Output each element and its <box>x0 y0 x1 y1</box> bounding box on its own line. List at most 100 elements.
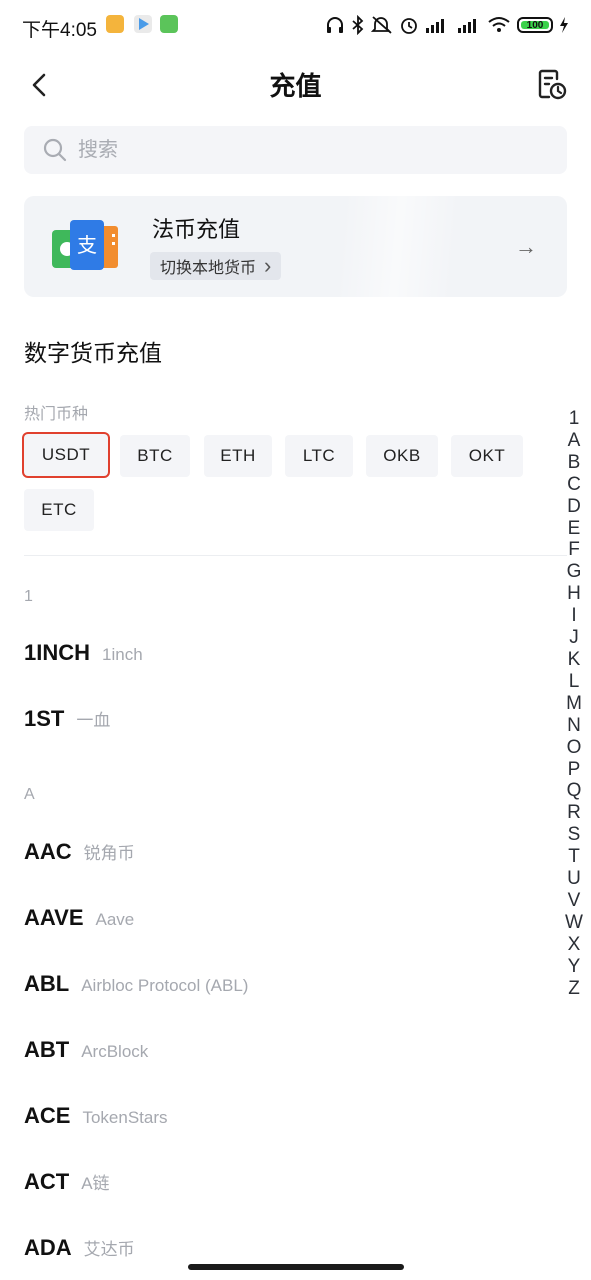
status-time: 下午4:05 <box>22 20 97 41</box>
coin-name: A链 <box>81 1174 110 1193</box>
play-store-icon <box>134 15 152 33</box>
alphabet-index-bar[interactable]: 1 A B C D E F G H I J K L M N O P Q R S … <box>562 408 586 999</box>
coin-name: Aave <box>95 910 135 929</box>
search-input[interactable] <box>76 137 540 163</box>
index-letter[interactable]: 1 <box>569 408 580 430</box>
index-letter[interactable]: Z <box>568 978 580 1000</box>
hot-coin-chip-okb[interactable]: OKB <box>366 435 438 477</box>
index-letter[interactable]: T <box>568 846 580 868</box>
hot-coin-chip-ltc[interactable]: LTC <box>285 435 353 477</box>
index-letter[interactable]: L <box>569 671 580 693</box>
index-letter[interactable]: D <box>567 496 581 518</box>
coin-symbol: ADA <box>24 1235 72 1260</box>
status-bar: 下午4:05 100 <box>0 0 591 52</box>
index-letter[interactable]: E <box>568 518 581 540</box>
index-letter[interactable]: Q <box>567 780 582 802</box>
charging-icon <box>560 17 568 33</box>
coin-name: 锐角币 <box>83 844 135 863</box>
fiat-deposit-card[interactable]: 支 法币充值 切换本地货币 › → <box>24 196 567 297</box>
card-decoration <box>255 196 539 297</box>
index-letter[interactable]: A <box>568 430 581 452</box>
wifi-icon <box>488 17 510 32</box>
index-letter[interactable]: I <box>571 605 576 627</box>
index-letter[interactable]: U <box>567 868 581 890</box>
coin-row-aave[interactable]: AAVE Aave <box>24 905 544 945</box>
hot-coin-chip-usdt[interactable]: USDT <box>24 434 108 476</box>
switch-local-currency-button[interactable]: 切换本地货币 › <box>150 252 282 280</box>
page-title: 充值 <box>269 71 322 101</box>
index-letter[interactable]: Y <box>568 956 581 978</box>
index-letter[interactable]: P <box>568 759 581 781</box>
mute-icon <box>371 16 392 34</box>
fiat-title: 法币充值 <box>152 217 241 242</box>
group-label-a: A <box>24 786 35 803</box>
index-letter[interactable]: O <box>567 737 582 759</box>
signal-roaming-icon <box>458 19 476 33</box>
hot-coin-chip-btc[interactable]: BTC <box>120 435 190 477</box>
coin-name: ArcBlock <box>81 1042 149 1061</box>
index-letter[interactable]: N <box>567 715 581 737</box>
index-letter[interactable]: K <box>568 649 581 671</box>
coin-symbol: ABT <box>24 1037 70 1062</box>
index-letter[interactable]: H <box>567 583 581 605</box>
hot-coins-label: 热门币种 <box>24 406 89 423</box>
arrow-right-icon: → <box>515 234 537 259</box>
coin-symbol: ACE <box>24 1103 71 1128</box>
switch-label: 切换本地货币 <box>160 260 257 277</box>
coin-symbol: 1INCH <box>24 640 91 665</box>
index-letter[interactable]: F <box>568 539 580 561</box>
record-clock-icon <box>538 69 567 100</box>
index-letter[interactable]: R <box>567 802 581 824</box>
home-indicator[interactable] <box>188 1264 404 1270</box>
back-arrow-icon <box>32 73 46 97</box>
coin-name: TokenStars <box>82 1108 168 1127</box>
bluetooth-icon <box>352 15 364 35</box>
divider <box>24 555 567 556</box>
status-icons: 100 <box>325 12 569 38</box>
payment-apps-icon: 支 <box>52 220 118 270</box>
coin-name: Airbloc Protocol (ABL) <box>81 976 249 995</box>
hot-coin-chip-etc[interactable]: ETC <box>24 489 94 531</box>
coin-symbol: AAVE <box>24 905 84 930</box>
back-button[interactable] <box>22 68 56 102</box>
coin-row-act[interactable]: ACT A链 <box>24 1169 544 1209</box>
index-letter[interactable]: W <box>565 912 583 934</box>
deposit-history-button[interactable] <box>535 68 569 102</box>
battery-level: 100 <box>521 21 549 31</box>
notification-app-icon <box>106 15 124 33</box>
index-letter[interactable]: J <box>569 627 579 649</box>
chevron-right-icon: › <box>264 253 272 278</box>
coin-row-aac[interactable]: AAC 锐角币 <box>24 839 544 879</box>
coin-symbol: 1ST <box>24 706 65 731</box>
index-letter[interactable]: B <box>568 452 581 474</box>
coin-symbol: AAC <box>24 839 72 864</box>
coin-row-1inch[interactable]: 1INCH 1inch <box>24 640 544 680</box>
android-app-icon <box>160 15 178 33</box>
search-icon <box>43 138 67 162</box>
coin-name: 一血 <box>76 711 111 730</box>
index-letter[interactable]: V <box>568 890 581 912</box>
coin-row-ace[interactable]: ACE TokenStars <box>24 1103 544 1143</box>
index-letter[interactable]: M <box>566 693 582 715</box>
coin-symbol: ACT <box>24 1169 70 1194</box>
index-letter[interactable]: S <box>568 824 581 846</box>
coin-row-abl[interactable]: ABL Airbloc Protocol (ABL) <box>24 971 544 1011</box>
hot-coin-chip-eth[interactable]: ETH <box>204 435 272 477</box>
coin-name: 1inch <box>102 645 143 664</box>
coin-symbol: ABL <box>24 971 70 996</box>
search-bar[interactable] <box>24 126 567 174</box>
coin-name: 艾达币 <box>83 1240 135 1259</box>
battery-icon: 100 <box>517 17 553 33</box>
index-letter[interactable]: G <box>567 561 582 583</box>
coin-row-abt[interactable]: ABT ArcBlock <box>24 1037 544 1077</box>
index-letter[interactable]: X <box>568 934 581 956</box>
signal-icon <box>426 19 444 33</box>
section-title: 数字货币充值 <box>24 340 162 366</box>
group-label-1: 1 <box>24 588 33 605</box>
hot-coin-chip-okt[interactable]: OKT <box>451 435 523 477</box>
index-letter[interactable]: C <box>567 474 581 496</box>
coin-row-1st[interactable]: 1ST 一血 <box>24 706 544 746</box>
alarm-icon <box>401 18 417 34</box>
headset-icon <box>327 17 343 33</box>
svg-text:支: 支 <box>77 233 97 257</box>
